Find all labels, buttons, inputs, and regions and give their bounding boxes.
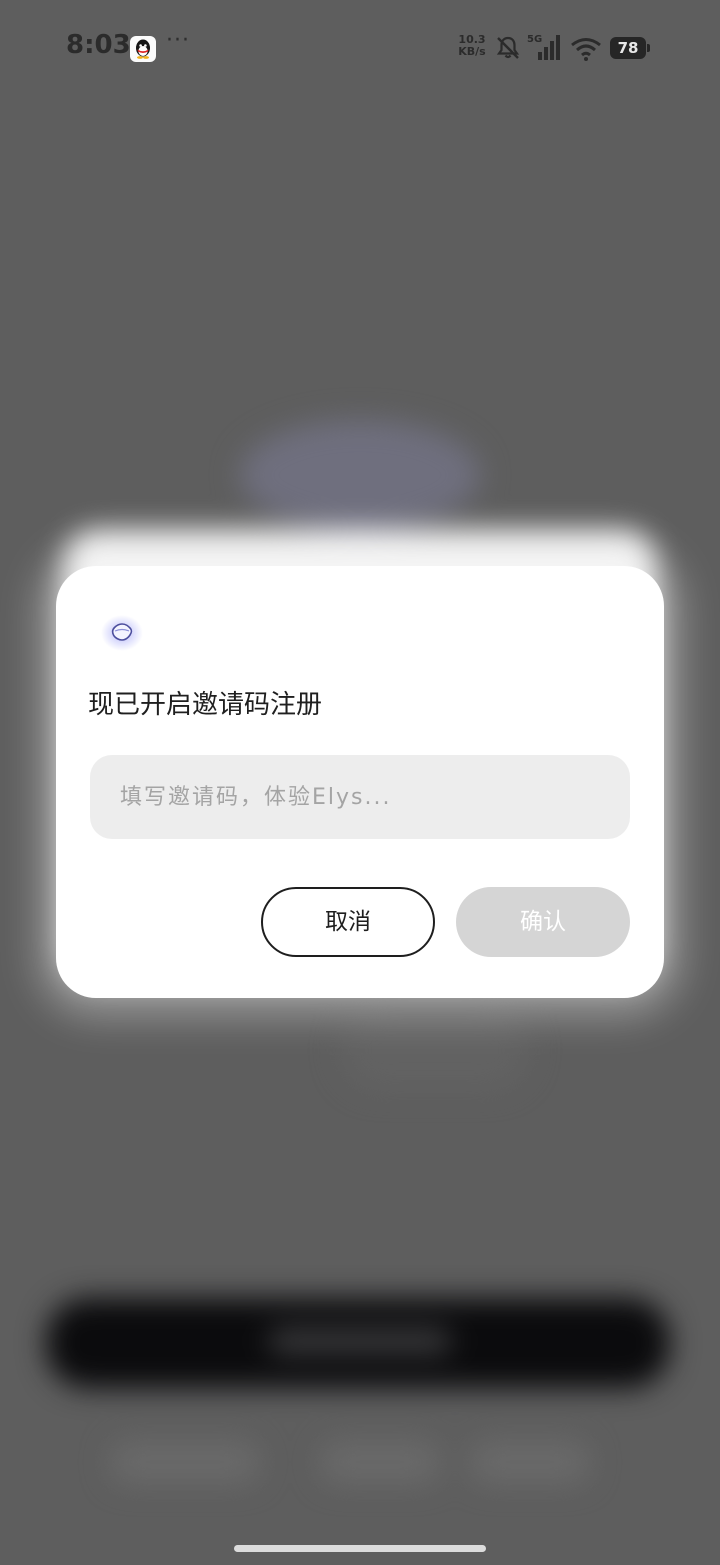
background-link-3 <box>470 1440 590 1484</box>
background-button-label <box>270 1328 450 1354</box>
wifi-icon <box>570 36 602 62</box>
background-link-2 <box>320 1440 440 1484</box>
background-glow <box>240 420 480 530</box>
battery-tip <box>647 44 650 52</box>
more-notifications-icon: ··· <box>166 28 190 53</box>
battery-level: 78 <box>610 37 646 59</box>
network-type-label: 5G <box>527 34 542 45</box>
clock: 8:03 <box>66 30 131 60</box>
app-logo-icon <box>100 614 144 652</box>
bell-muted-icon <box>494 34 522 62</box>
dialog-title: 现已开启邀请码注册 <box>88 690 323 720</box>
confirm-button[interactable]: 确认 <box>456 887 630 957</box>
network-speed-unit: KB/s <box>458 45 486 58</box>
network-speed: 10.3 KB/s <box>456 34 488 58</box>
signal-icon: 5G <box>526 32 566 62</box>
invite-code-dialog: 现已开启邀请码注册 取消 确认 <box>56 566 664 998</box>
background-link-1 <box>110 1440 260 1484</box>
background-oval <box>340 1010 530 1090</box>
cancel-button[interactable]: 取消 <box>261 887 435 957</box>
home-gesture-bar[interactable] <box>234 1545 486 1552</box>
status-bar: 8:03 ··· 10.3 KB/s 5G 78 <box>0 0 720 96</box>
qq-icon <box>130 36 156 62</box>
invite-code-input[interactable] <box>90 755 630 839</box>
battery-icon: 78 <box>610 37 652 59</box>
